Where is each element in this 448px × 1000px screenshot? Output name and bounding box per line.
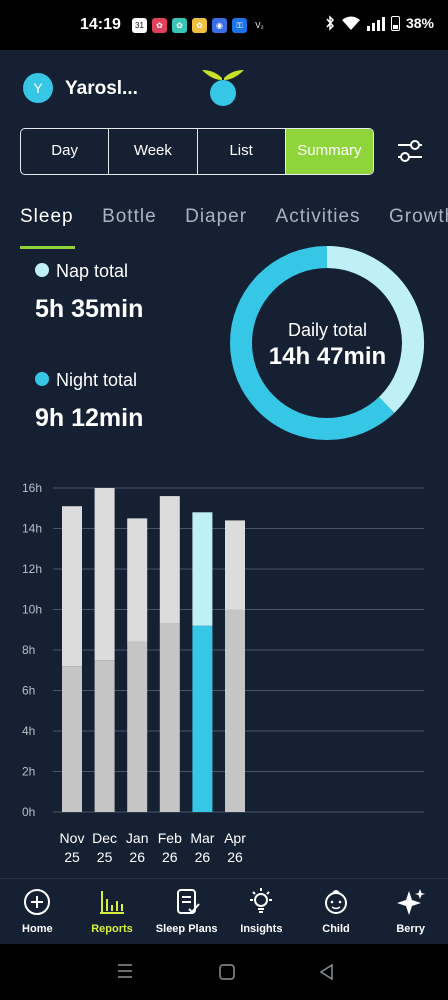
bar-night-segment xyxy=(62,666,82,812)
bar-nap-segment xyxy=(62,506,82,667)
bar-night-segment xyxy=(159,623,180,812)
active-tab-indicator xyxy=(20,246,75,249)
x-tick-label-month: Feb xyxy=(158,830,182,846)
filter-settings-icon[interactable] xyxy=(396,137,424,165)
child-icon xyxy=(325,890,348,914)
back-icon[interactable] xyxy=(318,963,334,981)
nav-insights[interactable]: Insights xyxy=(224,879,299,944)
status-bar: 14:19 31 ✿ ✿ ✿ ◉ ⚿ V₂ 38% xyxy=(0,0,448,50)
x-tick-label-month: Jan xyxy=(126,830,149,846)
bar-night-segment xyxy=(94,660,115,812)
insights-icon xyxy=(250,888,273,913)
y-tick-label: 14h xyxy=(22,522,42,536)
bar-night-segment xyxy=(192,625,213,812)
tab-sleep[interactable]: Sleep xyxy=(20,206,74,228)
x-tick-label-month: Apr xyxy=(224,830,246,846)
sleep-plans-icon xyxy=(176,889,200,914)
bar-nap-segment xyxy=(127,518,148,642)
child-name[interactable]: Yarosl... xyxy=(65,78,138,100)
x-tick-label-month: Dec xyxy=(92,830,117,846)
y-tick-label: 8h xyxy=(22,643,35,657)
nav-home[interactable]: Home xyxy=(0,879,75,944)
nap-total-value: 5h 35min xyxy=(35,295,144,323)
nav-insights-label: Insights xyxy=(240,923,283,935)
x-tick-label-year: 25 xyxy=(64,849,80,865)
app-logo-icon xyxy=(202,70,244,106)
bluetooth-icon xyxy=(326,15,334,31)
home-icon xyxy=(24,889,51,915)
y-tick-label: 2h xyxy=(22,765,35,779)
nap-total-label: Nap total xyxy=(56,261,129,281)
nav-child[interactable]: Child xyxy=(299,879,374,944)
night-legend-dot xyxy=(35,372,49,386)
period-day-button[interactable]: Day xyxy=(21,129,110,174)
wifi-icon xyxy=(341,16,360,30)
berry-icon xyxy=(396,889,425,915)
daily-total-value: 14h 47min xyxy=(268,343,387,370)
tab-diaper[interactable]: Diaper xyxy=(185,206,247,228)
period-summary-button[interactable]: Summary xyxy=(285,129,373,174)
app-notification-icon: ✿ xyxy=(192,18,207,33)
app-notification-icon: ✿ xyxy=(152,18,167,33)
volte-icon: V₂ xyxy=(255,21,264,30)
x-tick-label-year: 26 xyxy=(162,849,178,865)
battery-icon xyxy=(390,15,400,31)
bar-nap-segment xyxy=(192,512,213,626)
bar-nap-segment xyxy=(94,488,115,661)
home-system-icon[interactable] xyxy=(218,963,236,981)
nav-berry[interactable]: Berry xyxy=(373,879,448,944)
nav-reports-label: Reports xyxy=(91,923,133,935)
battery-percent: 38% xyxy=(405,15,434,31)
status-time: 14:19 xyxy=(80,16,121,33)
period-list-button[interactable]: List xyxy=(198,129,286,174)
nav-sleep-plans[interactable]: Sleep Plans xyxy=(149,879,224,944)
night-total-value: 9h 12min xyxy=(35,404,144,432)
key-notification-icon: ⚿ xyxy=(232,18,247,33)
nap-legend-dot xyxy=(35,263,49,277)
x-tick-label-month: Nov xyxy=(60,830,85,846)
y-tick-label: 10h xyxy=(22,603,42,617)
bottom-navigation: Home Reports Sleep Plans Insights Child … xyxy=(0,878,448,944)
y-tick-label: 12h xyxy=(22,562,42,576)
bar-nap-segment xyxy=(225,520,245,610)
app-notification-icon: ◉ xyxy=(212,18,227,33)
tab-bottle[interactable]: Bottle xyxy=(102,206,157,228)
child-avatar[interactable]: Y xyxy=(23,73,53,103)
notification-icons: 31 ✿ ✿ ✿ ◉ ⚿ V₂ xyxy=(132,18,267,33)
monthly-sleep-chart: 0h 2h 4h 6h 8h 10h 12h 14h 16h Nov 25 Dec 25 Jan 26 Feb… xyxy=(22,481,424,865)
signal-icon xyxy=(366,16,385,31)
tab-growth[interactable]: Growth xyxy=(389,206,448,228)
x-tick-label-year: 26 xyxy=(227,849,243,865)
x-tick-label-year: 25 xyxy=(97,849,113,865)
x-tick-label-year: 26 xyxy=(195,849,211,865)
calendar-notification-icon: 31 xyxy=(132,18,147,33)
bar-night-segment xyxy=(225,609,245,812)
tab-activities[interactable]: Activities xyxy=(276,206,361,228)
x-tick-label-month: Mar xyxy=(190,830,214,846)
reports-icon xyxy=(100,891,124,914)
nav-berry-label: Berry xyxy=(396,923,426,935)
bar-nap-segment xyxy=(159,496,180,624)
period-week-button[interactable]: Week xyxy=(109,129,198,174)
y-tick-label: 6h xyxy=(22,684,35,698)
daily-total-label: Daily total xyxy=(287,320,368,340)
app-notification-icon: ✿ xyxy=(172,18,187,33)
y-tick-label: 4h xyxy=(22,724,35,738)
nav-home-label: Home xyxy=(22,923,53,935)
nav-sleep-plans-label: Sleep Plans xyxy=(155,923,218,935)
status-right: 38% xyxy=(325,15,434,31)
recent-apps-icon[interactable] xyxy=(116,963,134,979)
y-tick-label: 0h xyxy=(22,805,35,819)
nav-child-label: Child xyxy=(322,923,350,935)
x-tick-label-year: 26 xyxy=(129,849,145,865)
period-selector: Day Week List Summary xyxy=(20,128,374,175)
bar-night-segment xyxy=(127,641,148,812)
nav-reports[interactable]: Reports xyxy=(75,879,150,944)
system-navigation-bar xyxy=(0,944,448,1000)
night-total-label: Night total xyxy=(56,370,138,390)
y-tick-label: 16h xyxy=(22,481,42,495)
